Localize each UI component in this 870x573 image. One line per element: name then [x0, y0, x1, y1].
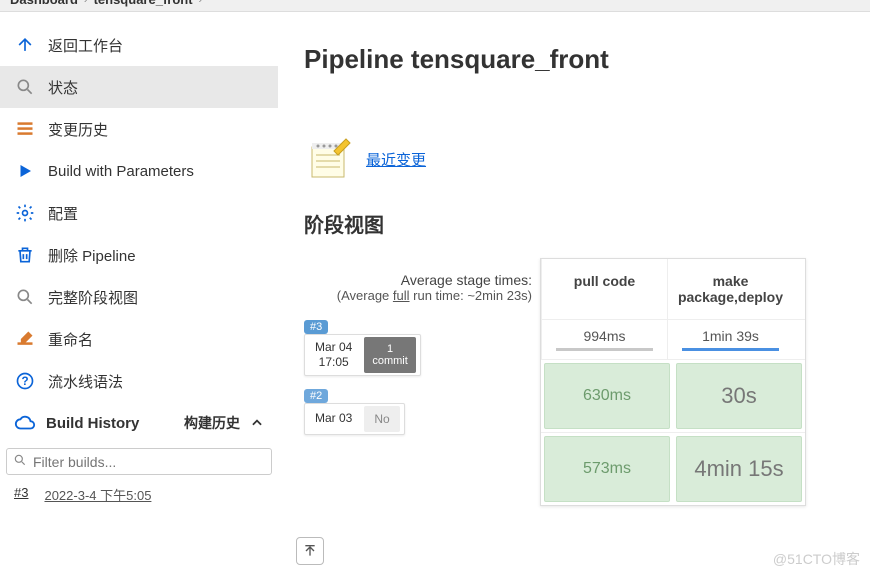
- svg-text:?: ?: [21, 375, 28, 388]
- build-date: Mar 04 17:05: [309, 338, 358, 373]
- sidebar-item-build-params[interactable]: Build with Parameters: [0, 150, 278, 192]
- breadcrumb: Dashboard › tensquare_front ›: [0, 0, 870, 12]
- sidebar-item-rename[interactable]: 重命名: [0, 318, 278, 360]
- sidebar-item-label: 返回工作台: [48, 35, 123, 56]
- stage-cell[interactable]: 30s: [676, 363, 802, 429]
- stage-cell[interactable]: 630ms: [544, 363, 670, 429]
- chevron-up-icon: [250, 416, 264, 430]
- sidebar-item-changes[interactable]: 变更历史: [0, 108, 278, 150]
- recent-changes: 最近变更: [304, 135, 844, 183]
- arrow-up-icon: [14, 34, 36, 56]
- sidebar-item-label: 完整阶段视图: [48, 287, 138, 308]
- watermark: @51CTO博客: [773, 549, 860, 569]
- search-icon: [13, 453, 27, 470]
- build-row[interactable]: #3 Mar 04 17:05 1 commit: [304, 317, 540, 376]
- play-icon: [14, 160, 36, 182]
- build-history-subtitle: 构建历史: [184, 413, 240, 433]
- sidebar-item-syntax[interactable]: ? 流水线语法: [0, 360, 278, 402]
- search-icon: [14, 286, 36, 308]
- commit-count: 1 commit: [364, 337, 415, 373]
- build-number[interactable]: #3: [14, 485, 28, 504]
- page-title: Pipeline tensquare_front: [304, 44, 844, 75]
- recent-changes-link[interactable]: 最近变更: [366, 149, 426, 170]
- list-icon: [14, 118, 36, 140]
- filter-builds-box[interactable]: [6, 448, 272, 475]
- search-icon: [14, 76, 36, 98]
- build-date: Mar 03: [309, 409, 358, 429]
- no-changes-tag: No: [364, 406, 399, 432]
- build-history-header[interactable]: Build History 构建历史: [0, 402, 278, 444]
- trash-icon: [14, 244, 36, 266]
- help-icon: ?: [14, 370, 36, 392]
- build-row[interactable]: #2 Mar 03 No: [304, 386, 540, 435]
- stage-cell[interactable]: 4min 15s: [676, 436, 802, 502]
- sidebar-item-label: Build with Parameters: [48, 163, 194, 180]
- stage-cell[interactable]: 573ms: [544, 436, 670, 502]
- notepad-icon: [304, 135, 352, 183]
- stage-view-title: 阶段视图: [304, 209, 844, 238]
- scroll-top-button[interactable]: [296, 537, 324, 565]
- sidebar-item-label: 配置: [48, 203, 78, 224]
- build-history-title: Build History: [46, 415, 174, 432]
- average-stage-times: Average stage times: (Average full run t…: [304, 258, 540, 311]
- chevron-right-icon: ›: [84, 0, 88, 6]
- stage-header: pull code: [541, 259, 667, 319]
- sidebar-item-delete[interactable]: 删除 Pipeline: [0, 234, 278, 276]
- build-history-entry[interactable]: #3 2022-3-4 下午5:05: [0, 479, 278, 510]
- arrow-up-icon: [302, 543, 318, 559]
- stage-view: Average stage times: (Average full run t…: [304, 258, 844, 506]
- main-content: Pipeline tensquare_front 最近变更 阶段视图 Avera…: [278, 24, 870, 573]
- gear-icon: [14, 202, 36, 224]
- edit-icon: [14, 328, 36, 350]
- stage-table: pull code make package,deploy 994ms 1min…: [540, 258, 806, 506]
- build-time[interactable]: 2022-3-4 下午5:05: [44, 485, 151, 504]
- stage-avg-cell: 1min 39s: [667, 320, 793, 359]
- breadcrumb-item[interactable]: tensquare_front: [94, 0, 193, 7]
- sidebar-item-label: 删除 Pipeline: [48, 245, 136, 266]
- build-badge: #2: [304, 389, 328, 403]
- sidebar-item-status[interactable]: 状态: [0, 66, 278, 108]
- sidebar-item-label: 变更历史: [48, 119, 108, 140]
- sidebar-item-label: 状态: [48, 77, 78, 98]
- build-badge: #3: [304, 320, 328, 334]
- sidebar-item-configure[interactable]: 配置: [0, 192, 278, 234]
- sidebar-item-label: 重命名: [48, 329, 93, 350]
- sidebar-item-full-stage[interactable]: 完整阶段视图: [0, 276, 278, 318]
- breadcrumb-item[interactable]: Dashboard: [10, 0, 78, 7]
- sidebar: 返回工作台 状态 变更历史 Build with Parameters 配置 删…: [0, 24, 278, 573]
- sidebar-item-back[interactable]: 返回工作台: [0, 24, 278, 66]
- filter-builds-input[interactable]: [33, 454, 265, 470]
- sidebar-item-label: 流水线语法: [48, 371, 123, 392]
- stage-avg-cell: 994ms: [541, 320, 667, 359]
- stage-header: make package,deploy: [667, 259, 793, 319]
- cloud-icon: [14, 412, 36, 434]
- chevron-right-icon: ›: [199, 0, 203, 6]
